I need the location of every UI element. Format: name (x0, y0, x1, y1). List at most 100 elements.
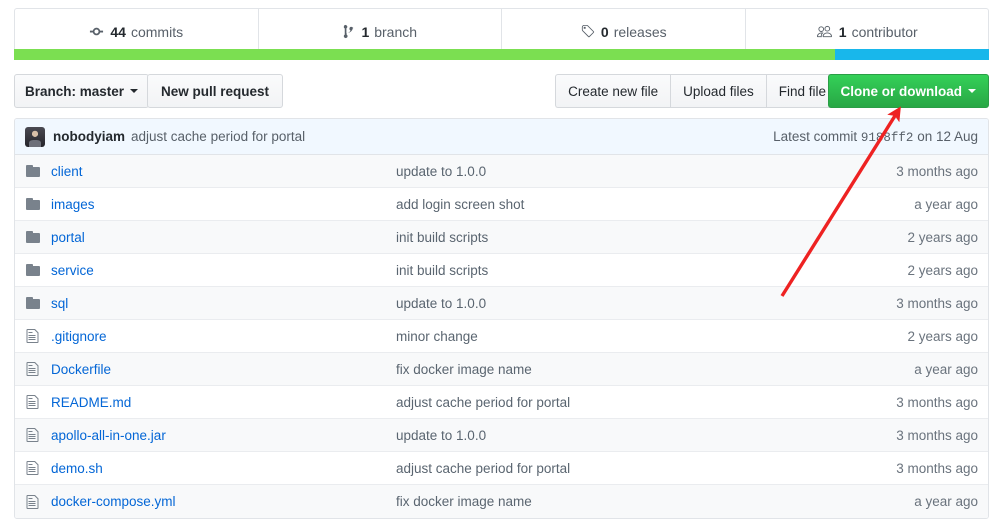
file-commit-age: 2 years ago (907, 262, 978, 278)
latest-commit-info: Latest commit 9188ff2 on 12 Aug (773, 129, 978, 145)
file-name-link[interactable]: client (51, 164, 396, 179)
stat-commits[interactable]: 44 commits (15, 9, 259, 54)
file-commit-message[interactable]: fix docker image name (396, 494, 828, 509)
latest-commit-bar: nobodyiam adjust cache period for portal… (15, 119, 988, 155)
file-commit-message[interactable]: update to 1.0.0 (396, 428, 828, 443)
file-commit-age: 3 months ago (896, 295, 978, 311)
stat-contributors-count: 1 (838, 23, 847, 40)
git-commit-icon (89, 24, 104, 39)
new-pull-request-button[interactable]: New pull request (147, 74, 284, 108)
stat-branches-count: 1 (361, 23, 370, 40)
file-commit-message[interactable]: add login screen shot (396, 197, 828, 212)
file-icon (25, 394, 51, 410)
people-icon (816, 24, 833, 39)
file-name-link[interactable]: README.md (51, 395, 396, 410)
stat-commits-count: 44 (110, 23, 126, 40)
file-name-link[interactable]: service (51, 263, 396, 278)
file-commit-message[interactable]: minor change (396, 329, 828, 344)
file-name-link[interactable]: images (51, 197, 396, 212)
file-commit-message[interactable]: adjust cache period for portal (396, 395, 828, 410)
upload-files-button[interactable]: Upload files (670, 74, 766, 108)
file-rows: client update to 1.0.0 3 months ago images a… (15, 155, 988, 518)
file-commit-age: 3 months ago (896, 427, 978, 443)
file-commit-age: 3 months ago (896, 163, 978, 179)
file-row[interactable]: Dockerfile fix docker image name a year ag… (15, 353, 988, 386)
file-name-link[interactable]: Dockerfile (51, 362, 396, 377)
commit-sha-link[interactable]: 9188ff2 (861, 131, 914, 145)
clone-or-download-label: Clone or download (840, 83, 963, 99)
file-commit-message[interactable]: update to 1.0.0 (396, 164, 828, 179)
stat-releases[interactable]: 0 releases (502, 9, 746, 54)
commit-message[interactable]: adjust cache period for portal (131, 129, 305, 144)
chevron-down-icon (968, 89, 976, 93)
folder-icon (25, 295, 51, 311)
git-branch-icon (342, 24, 355, 39)
branch-selector-label: Branch: master (25, 83, 125, 99)
file-row[interactable]: portal init build scripts 2 years ago (15, 221, 988, 254)
file-actions-button-group: Create new file Upload files Find file (555, 74, 839, 108)
file-commit-message[interactable]: fix docker image name (396, 362, 828, 377)
file-icon (25, 460, 51, 476)
github-repo-file-browser: 44 commits 1 branch 0 releases 1 contrib… (0, 0, 1003, 530)
file-icon (25, 328, 51, 344)
stat-contributors-label: contributor (851, 23, 918, 40)
file-row[interactable]: docker-compose.yml fix docker image name a… (15, 485, 988, 518)
file-row[interactable]: .gitignore minor change 2 years ago (15, 320, 988, 353)
tag-icon (580, 24, 595, 39)
folder-icon (25, 262, 51, 278)
new-pull-request-label: New pull request (161, 83, 270, 99)
avatar (25, 126, 45, 147)
file-commit-message[interactable]: adjust cache period for portal (396, 461, 828, 476)
file-row[interactable]: service init build scripts 2 years ago (15, 254, 988, 287)
file-name-link[interactable]: portal (51, 230, 396, 245)
chevron-down-icon (130, 89, 139, 93)
stat-releases-label: releases (613, 23, 667, 40)
file-icon (25, 427, 51, 443)
file-commit-age: 2 years ago (907, 229, 978, 245)
folder-icon (25, 163, 51, 179)
file-name-link[interactable]: docker-compose.yml (51, 494, 396, 509)
stat-branches-label: branch (374, 23, 418, 40)
file-list-container: nobodyiam adjust cache period for portal… (14, 118, 989, 519)
file-icon (25, 494, 51, 510)
commit-date: on 12 Aug (917, 128, 978, 144)
commit-author-link[interactable]: nobodyiam (53, 129, 125, 144)
stat-branches[interactable]: 1 branch (259, 9, 502, 54)
file-commit-message[interactable]: update to 1.0.0 (396, 296, 828, 311)
folder-icon (25, 229, 51, 245)
language-color-bar (14, 49, 989, 60)
branch-selector-button[interactable]: Branch: master (14, 74, 150, 108)
latest-commit-prefix: Latest commit (773, 128, 858, 144)
create-new-file-button[interactable]: Create new file (555, 74, 671, 108)
upload-files-label: Upload files (683, 83, 754, 99)
find-file-label: Find file (778, 83, 826, 99)
stat-releases-count: 0 (600, 23, 609, 40)
file-commit-age: a year ago (914, 196, 978, 212)
stat-commits-label: commits (130, 23, 184, 40)
file-icon (25, 361, 51, 377)
file-commit-age: 3 months ago (896, 460, 978, 476)
file-row[interactable]: apollo-all-in-one.jar update to 1.0.0 3 mo… (15, 419, 988, 452)
file-commit-age: a year ago (914, 494, 978, 509)
file-commit-age: 2 years ago (907, 328, 978, 344)
file-commit-message[interactable]: init build scripts (396, 230, 828, 245)
folder-icon (25, 196, 51, 212)
file-commit-age: 3 months ago (896, 394, 978, 410)
file-commit-message[interactable]: init build scripts (396, 263, 828, 278)
create-new-file-label: Create new file (568, 83, 659, 99)
file-name-link[interactable]: sql (51, 296, 396, 311)
stat-contributors[interactable]: 1 contributor (746, 9, 989, 54)
file-name-link[interactable]: .gitignore (51, 329, 396, 344)
file-row[interactable]: demo.sh adjust cache period for portal 3 m… (15, 452, 988, 485)
file-name-link[interactable]: apollo-all-in-one.jar (51, 428, 396, 443)
file-row[interactable]: sql update to 1.0.0 3 months ago (15, 287, 988, 320)
language-segment-primary (14, 49, 835, 60)
repo-actions-toolbar: Branch: master New pull request Create n… (14, 74, 989, 108)
clone-or-download-button[interactable]: Clone or download (827, 74, 989, 108)
repository-stats-bar: 44 commits 1 branch 0 releases 1 contrib… (14, 8, 989, 55)
file-name-link[interactable]: demo.sh (51, 461, 396, 476)
file-commit-age: a year ago (914, 361, 978, 377)
file-row[interactable]: client update to 1.0.0 3 months ago (15, 155, 988, 188)
file-row[interactable]: images add login screen shot a year ago (15, 188, 988, 221)
file-row[interactable]: README.md adjust cache period for portal 3… (15, 386, 988, 419)
